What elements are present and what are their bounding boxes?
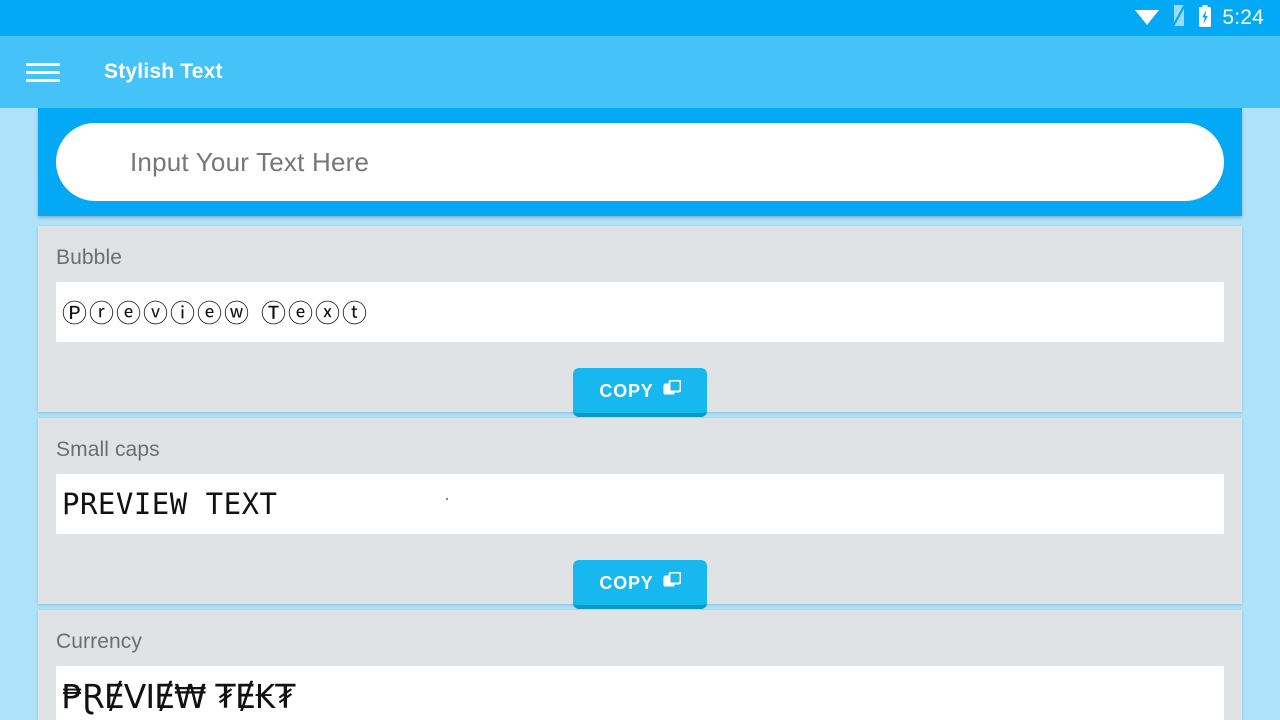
style-card-bubble: Bubble Ⓟⓡⓔⓥⓘⓔⓦ Ⓣⓔⓧⓣ COPY xyxy=(38,226,1242,417)
hamburger-bar xyxy=(26,62,60,66)
style-card-currency: Currency ₱ⱤɆVIɆ₩ ₮Ɇ₭₮ COPY xyxy=(38,610,1242,720)
style-preview-text: PREVIEW TEXT xyxy=(62,487,278,521)
hamburger-bar xyxy=(26,78,60,82)
copy-button[interactable]: COPY xyxy=(573,560,707,609)
copy-button[interactable]: COPY xyxy=(573,368,707,417)
style-preview-box[interactable]: ₱ⱤɆVIɆ₩ ₮Ɇ₭₮ xyxy=(56,666,1224,720)
style-label: Currency xyxy=(56,630,142,653)
copy-icon xyxy=(663,571,682,595)
text-input-field[interactable]: Input Your Text Here xyxy=(56,123,1224,201)
copy-button-label: COPY xyxy=(599,381,654,401)
text-input-card: Input Your Text Here xyxy=(38,108,1242,216)
style-preview-box[interactable]: PREVIEW TEXT xyxy=(56,474,1224,534)
status-bar-clock: 5:24 xyxy=(1222,6,1264,29)
style-preview-box[interactable]: Ⓟⓡⓔⓥⓘⓔⓦ Ⓣⓔⓧⓣ xyxy=(56,282,1224,342)
copy-button-label: COPY xyxy=(599,573,654,593)
style-preview-text: Ⓟⓡⓔⓥⓘⓔⓦ Ⓣⓔⓧⓣ xyxy=(62,299,369,328)
style-card-small-caps: Small caps PREVIEW TEXT COPY xyxy=(38,418,1242,609)
app-bar: Stylish Text xyxy=(0,36,1280,108)
style-label: Small caps xyxy=(56,438,160,461)
app-title: Stylish Text xyxy=(104,60,223,83)
hamburger-bar xyxy=(26,70,60,74)
status-bar: 5:24 xyxy=(0,0,1280,36)
screen-speck xyxy=(446,498,448,500)
wifi-icon xyxy=(1134,6,1160,31)
copy-icon xyxy=(663,379,682,403)
hamburger-menu-icon[interactable] xyxy=(26,57,62,87)
style-preview-text: ₱ⱤɆVIɆ₩ ₮Ɇ₭₮ xyxy=(62,676,296,716)
style-label: Bubble xyxy=(56,246,122,269)
text-input-placeholder: Input Your Text Here xyxy=(130,146,370,177)
battery-charging-icon xyxy=(1198,4,1212,32)
no-sim-icon xyxy=(1171,4,1187,31)
status-bar-icons xyxy=(1134,4,1212,32)
scroll-content[interactable]: Input Your Text Here Bubble Ⓟⓡⓔⓥⓘⓔⓦ Ⓣⓔⓧⓣ… xyxy=(0,108,1280,720)
